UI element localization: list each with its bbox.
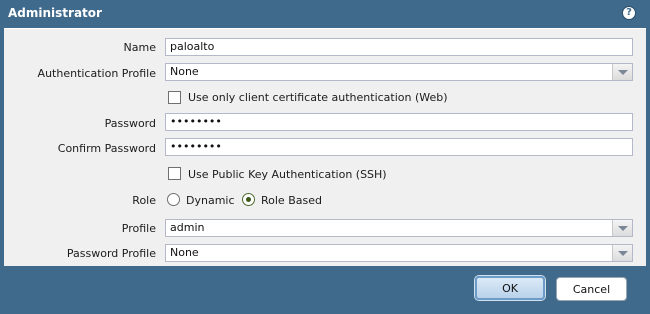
name-field[interactable]: paloalto [165, 38, 633, 56]
dropdown-arrow-icon [618, 251, 628, 256]
password-profile-dropdown-button[interactable] [612, 245, 632, 261]
client-cert-only-checkbox[interactable] [168, 91, 181, 104]
profile-label: Profile [121, 222, 156, 235]
dialog-titlebar: Administrator ? [0, 0, 650, 28]
profile-select[interactable]: admin [165, 219, 633, 237]
authentication-profile-label: Authentication Profile [37, 67, 156, 80]
role-label: Role [132, 194, 156, 207]
cancel-button[interactable]: Cancel [556, 277, 627, 301]
profile-dropdown-button[interactable] [612, 220, 632, 236]
password-profile-label: Password Profile [66, 247, 156, 260]
profile-value: admin [170, 221, 205, 234]
role-based-label: Role Based [261, 194, 322, 207]
password-field[interactable]: •••••••• [165, 113, 633, 131]
client-cert-only-label: Use only client certificate authenticati… [188, 91, 448, 104]
password-profile-select[interactable]: None [165, 244, 633, 262]
confirm-password-label: Confirm Password [57, 142, 156, 155]
administrator-dialog: Administrator ? Name paloalto Authentica… [0, 0, 650, 314]
authentication-profile-value: None [170, 65, 199, 78]
role-dynamic-label: Dynamic [186, 194, 235, 207]
confirm-password-field[interactable]: •••••••• [165, 138, 633, 156]
password-profile-value: None [170, 246, 199, 259]
name-label: Name [123, 41, 156, 54]
public-key-auth-label: Use Public Key Authentication (SSH) [188, 168, 387, 181]
help-icon[interactable]: ? [622, 6, 636, 20]
dropdown-arrow-icon [618, 70, 628, 75]
authentication-profile-select[interactable]: None [165, 63, 633, 81]
dialog-body: Name paloalto Authentication Profile Non… [4, 28, 646, 266]
public-key-auth-checkbox[interactable] [168, 167, 181, 180]
ok-button[interactable]: OK [475, 276, 545, 300]
role-based-radio[interactable] [242, 193, 255, 206]
dropdown-arrow-icon [618, 226, 628, 231]
authentication-profile-dropdown-button[interactable] [612, 64, 632, 80]
dialog-title: Administrator [8, 6, 102, 20]
role-dynamic-radio[interactable] [167, 193, 180, 206]
password-label: Password [104, 117, 156, 130]
